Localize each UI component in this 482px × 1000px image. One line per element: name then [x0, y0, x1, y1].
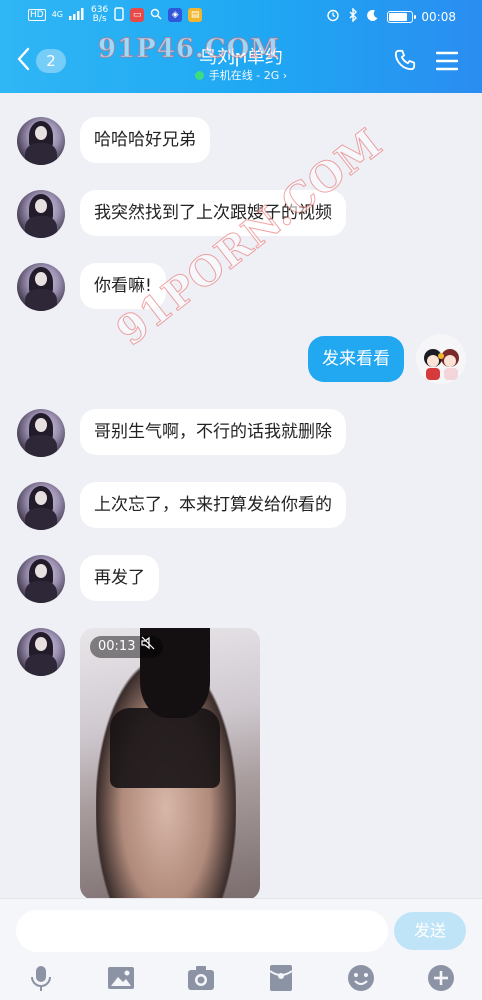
battery-icon — [387, 10, 417, 23]
battery-level — [389, 12, 407, 21]
message-bubble[interactable]: 哥别生气啊，不行的话我就删除 — [80, 409, 346, 455]
message-bubble[interactable]: 我突然找到了上次跟嫂子的视频 — [80, 190, 346, 236]
phone-icon — [114, 6, 124, 24]
contact-avatar[interactable] — [17, 555, 65, 603]
contact-avatar[interactable] — [17, 409, 65, 457]
image-icon[interactable] — [106, 963, 136, 993]
signal-icon — [69, 7, 85, 23]
clock-time: 00:08 — [421, 9, 456, 24]
contact-avatar[interactable] — [17, 117, 65, 165]
couple-avatar-icon — [424, 349, 459, 380]
status-bar: HD 4G 636 B/s ▭ ◈ ▤ 00:08 — [0, 0, 482, 33]
app-icon: ▤ — [188, 8, 203, 22]
contact-avatar[interactable] — [17, 190, 65, 238]
chat-header: 2 鸟刘ϻ单约 手机在线 - 2G › — [0, 33, 482, 93]
network-type: 4G — [51, 10, 63, 19]
contact-avatar[interactable] — [17, 482, 65, 530]
video-duration: 00:13 — [98, 639, 136, 654]
message-bubble-self[interactable]: 发来看看 — [308, 336, 404, 382]
plus-icon[interactable] — [426, 963, 456, 993]
shield-app-icon: ◈ — [168, 8, 183, 22]
online-dot — [194, 71, 204, 80]
moon-icon — [366, 9, 379, 25]
red-packet-icon[interactable] — [266, 963, 296, 993]
video-duration-badge: 00:13 — [90, 636, 164, 658]
input-bar: 发送 — [0, 898, 482, 1000]
mic-icon[interactable] — [26, 963, 56, 993]
search-icon — [150, 8, 162, 23]
bluetooth-icon — [348, 7, 358, 25]
menu-icon[interactable] — [435, 51, 459, 75]
contact-avatar[interactable] — [17, 263, 65, 311]
network-speed-unit: B/s — [92, 14, 107, 24]
status-left: HD 4G 636 B/s ▭ ◈ ▤ — [28, 6, 203, 24]
status-right: 00:08 — [326, 7, 456, 25]
message-bubble[interactable]: 再发了 — [80, 555, 159, 601]
muted-speaker-icon — [141, 636, 155, 658]
app-notification-icon: ▭ — [130, 8, 145, 22]
chevron-right-icon: › — [279, 69, 288, 82]
hd-indicator: HD — [28, 9, 46, 21]
self-avatar[interactable] — [416, 334, 466, 384]
message-bubble[interactable]: 哈哈哈好兄弟 — [80, 117, 210, 163]
network-speed: 636 B/s — [91, 6, 108, 24]
send-button[interactable]: 发送 — [394, 912, 466, 950]
call-icon[interactable] — [394, 49, 416, 75]
message-bubble[interactable]: 你看嘛! — [80, 263, 166, 309]
camera-icon[interactable] — [186, 963, 216, 993]
online-status-text: 手机在线 - 2G — [208, 69, 280, 82]
contact-avatar[interactable] — [17, 628, 65, 676]
top-bar: HD 4G 636 B/s ▭ ◈ ▤ 00:08 2 鸟刘ϻ单约 手机在线 -… — [0, 0, 482, 93]
alarm-icon — [326, 8, 340, 25]
video-message-thumbnail[interactable] — [80, 628, 260, 900]
message-input[interactable] — [16, 910, 388, 952]
message-bubble[interactable]: 上次忘了，本来打算发给你看的 — [80, 482, 346, 528]
emoji-icon[interactable] — [346, 963, 376, 993]
